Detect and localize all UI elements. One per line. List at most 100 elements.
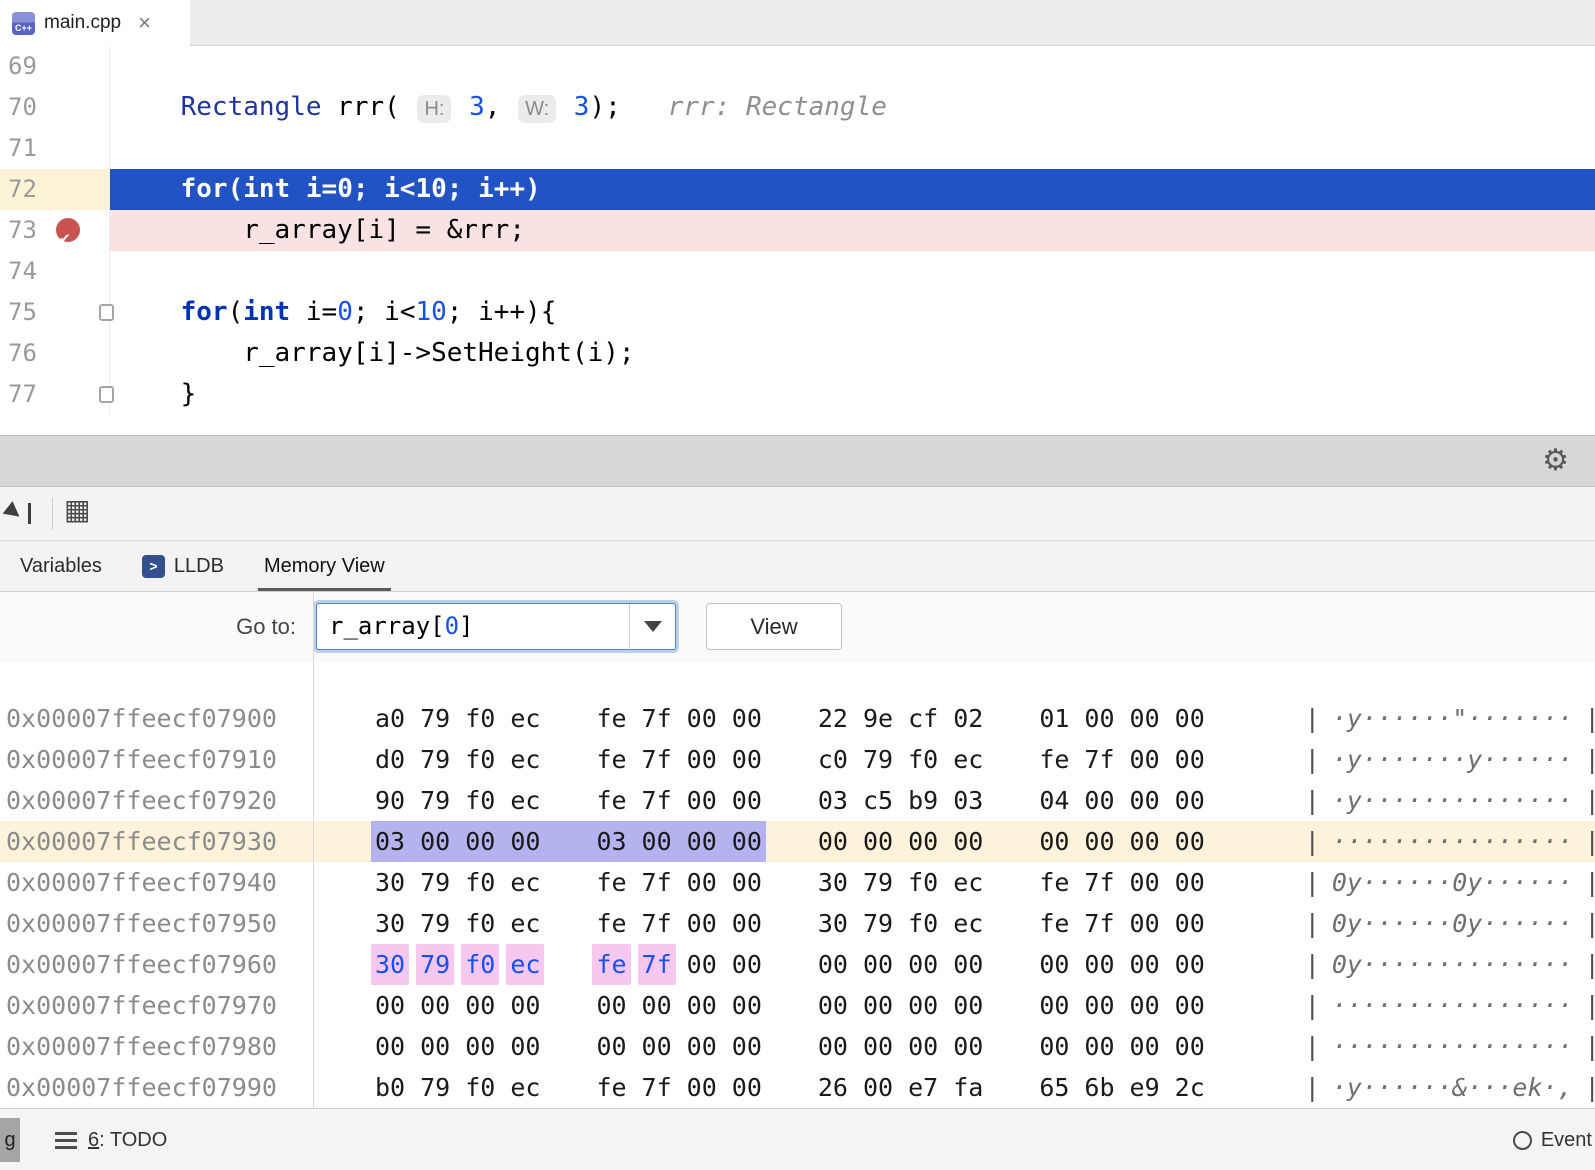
memory-byte[interactable]: 7f — [638, 698, 683, 739]
memory-byte[interactable]: 00 — [1126, 903, 1171, 944]
memory-byte[interactable]: 00 — [1035, 821, 1080, 862]
memory-byte[interactable]: 00 — [1171, 780, 1209, 821]
code-line[interactable] — [110, 128, 1595, 169]
memory-byte[interactable]: 00 — [592, 985, 637, 1026]
memory-byte[interactable]: 00 — [728, 1026, 766, 1067]
memory-byte[interactable]: 79 — [416, 944, 461, 985]
memory-byte[interactable]: 00 — [814, 985, 859, 1026]
memory-byte[interactable]: f0 — [461, 944, 506, 985]
memory-byte[interactable]: f0 — [461, 903, 506, 944]
memory-byte[interactable]: 00 — [728, 944, 766, 985]
memory-byte[interactable]: 04 — [1035, 780, 1080, 821]
memory-byte[interactable]: f0 — [461, 698, 506, 739]
memory-byte[interactable]: 00 — [1171, 903, 1209, 944]
memory-byte[interactable]: e9 — [1126, 1067, 1171, 1108]
code-line[interactable]: for(int i=0; i<10; i++){ — [110, 292, 1595, 333]
memory-byte[interactable]: 03 — [371, 821, 416, 862]
tab-variables[interactable]: Variables — [0, 541, 122, 591]
memory-byte[interactable]: 79 — [416, 780, 461, 821]
memory-byte[interactable]: 7f — [638, 1067, 683, 1108]
memory-byte[interactable]: fe — [592, 862, 637, 903]
memory-byte[interactable]: fe — [1035, 739, 1080, 780]
panel-divider[interactable]: ⚙ — [0, 435, 1595, 487]
memory-byte[interactable]: 00 — [949, 985, 987, 1026]
memory-byte[interactable]: fe — [1035, 862, 1080, 903]
memory-byte[interactable]: 6b — [1080, 1067, 1125, 1108]
memory-byte[interactable]: 00 — [949, 821, 987, 862]
memory-byte[interactable]: 79 — [416, 903, 461, 944]
memory-byte[interactable]: 00 — [461, 821, 506, 862]
memory-byte[interactable]: ec — [506, 862, 544, 903]
memory-byte[interactable]: 7f — [638, 903, 683, 944]
memory-byte[interactable]: 00 — [1080, 1026, 1125, 1067]
memory-byte[interactable]: 00 — [1126, 698, 1171, 739]
memory-byte[interactable]: cf — [904, 698, 949, 739]
memory-byte[interactable]: 79 — [416, 862, 461, 903]
memory-byte[interactable]: 00 — [1171, 944, 1209, 985]
memory-byte[interactable]: ec — [949, 862, 987, 903]
editor-gutter[interactable]: 69 — [0, 46, 110, 87]
memory-byte[interactable]: 7f — [638, 739, 683, 780]
memory-byte[interactable]: 00 — [859, 1067, 904, 1108]
memory-byte[interactable]: 30 — [814, 862, 859, 903]
memory-byte[interactable]: 01 — [1035, 698, 1080, 739]
memory-byte[interactable]: 00 — [683, 821, 728, 862]
memory-byte[interactable]: 00 — [1080, 821, 1125, 862]
memory-row[interactable]: 0x00007ffeecf079209079f0ecfe7f000003c5b9… — [0, 780, 1595, 821]
memory-byte[interactable]: 00 — [1126, 1026, 1171, 1067]
memory-byte[interactable]: 00 — [683, 698, 728, 739]
memory-byte[interactable]: f0 — [461, 780, 506, 821]
memory-grid-icon[interactable]: ▦ — [64, 493, 90, 526]
memory-byte[interactable]: fe — [592, 1067, 637, 1108]
memory-byte[interactable]: 00 — [1126, 739, 1171, 780]
memory-byte[interactable]: 30 — [814, 903, 859, 944]
editor-gutter[interactable]: 70 — [0, 87, 110, 128]
memory-byte[interactable]: 79 — [859, 739, 904, 780]
memory-byte[interactable]: 00 — [904, 1026, 949, 1067]
code-line[interactable]: r_array[i]->SetHeight(i); — [110, 333, 1595, 374]
memory-byte[interactable]: 00 — [1126, 780, 1171, 821]
memory-byte[interactable]: 30 — [371, 903, 416, 944]
memory-byte[interactable]: 00 — [1035, 944, 1080, 985]
memory-byte[interactable]: 00 — [728, 985, 766, 1026]
tool-window-button-clipped[interactable]: g — [0, 1118, 20, 1162]
memory-byte[interactable]: 00 — [683, 1067, 728, 1108]
memory-byte[interactable]: 7f — [638, 862, 683, 903]
memory-byte[interactable]: 02 — [949, 698, 987, 739]
memory-row[interactable]: 0x00007ffeecf079700000000000000000000000… — [0, 985, 1595, 1026]
memory-byte[interactable]: fe — [592, 903, 637, 944]
code-editor[interactable]: 6970 Rectangle rrr( H: 3, W: 3); rrr: Re… — [0, 46, 1595, 435]
editor-gutter[interactable]: 75 — [0, 292, 110, 333]
memory-byte[interactable]: 00 — [592, 1026, 637, 1067]
memory-byte[interactable]: 00 — [416, 821, 461, 862]
memory-byte[interactable]: 00 — [1080, 780, 1125, 821]
memory-byte[interactable]: c5 — [859, 780, 904, 821]
memory-byte[interactable]: 79 — [416, 1067, 461, 1108]
memory-byte[interactable]: 00 — [638, 985, 683, 1026]
memory-byte[interactable]: 65 — [1035, 1067, 1080, 1108]
memory-byte[interactable]: 00 — [1171, 1026, 1209, 1067]
memory-byte[interactable]: 00 — [1035, 1026, 1080, 1067]
memory-byte[interactable]: 00 — [1080, 944, 1125, 985]
memory-byte[interactable]: 00 — [1126, 944, 1171, 985]
memory-byte[interactable]: 00 — [371, 1026, 416, 1067]
memory-byte[interactable]: 7f — [1080, 739, 1125, 780]
memory-byte[interactable]: 00 — [416, 985, 461, 1026]
memory-byte[interactable]: fe — [1035, 903, 1080, 944]
code-line[interactable]: for(int i=0; i<10; i++) — [110, 169, 1595, 210]
event-log-button[interactable]: Event — [1513, 1109, 1592, 1170]
memory-byte[interactable]: 00 — [371, 985, 416, 1026]
editor-gutter[interactable]: 71 — [0, 128, 110, 169]
memory-row[interactable]: 0x00007ffeecf079800000000000000000000000… — [0, 1026, 1595, 1067]
breakpoint-icon[interactable] — [56, 218, 80, 242]
memory-byte[interactable]: 00 — [1126, 985, 1171, 1026]
memory-byte[interactable]: 00 — [814, 821, 859, 862]
memory-row[interactable]: 0x00007ffeecf079603079f0ecfe7f0000000000… — [0, 944, 1595, 985]
tab-lldb[interactable]: > LLDB — [122, 541, 244, 591]
memory-byte[interactable]: fe — [592, 780, 637, 821]
memory-byte[interactable]: 00 — [859, 944, 904, 985]
memory-byte[interactable]: 7f — [1080, 903, 1125, 944]
memory-byte[interactable]: 00 — [1035, 985, 1080, 1026]
memory-byte[interactable]: 00 — [683, 780, 728, 821]
todo-status[interactable]: 6: TODO — [55, 1109, 167, 1170]
